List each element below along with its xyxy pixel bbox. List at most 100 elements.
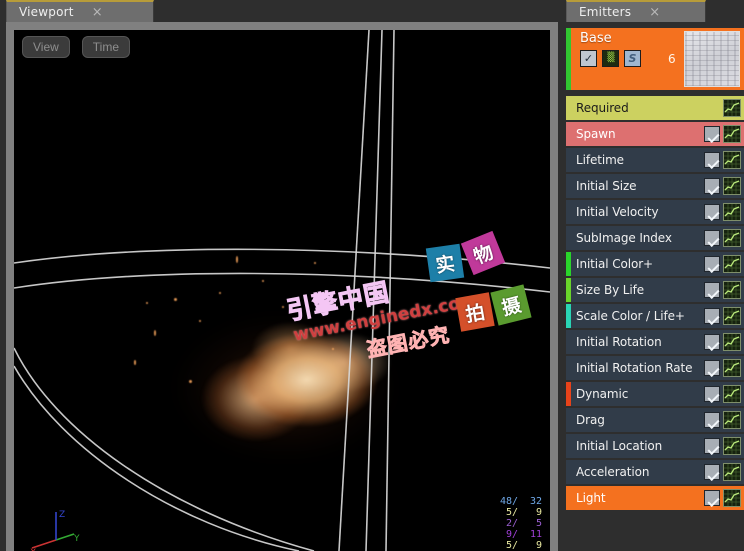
module-row[interactable]: Size By Life: [566, 278, 744, 302]
curve-graph-icon[interactable]: [723, 255, 741, 273]
module-label: SubImage Index: [576, 231, 672, 245]
stat-row: 5/9: [500, 507, 542, 518]
module-color-strip: [566, 486, 571, 510]
curve-graph-icon[interactable]: [723, 229, 741, 247]
close-icon[interactable]: ×: [645, 6, 664, 19]
emitter-thumbnail[interactable]: [684, 31, 740, 87]
curve-graph-icon[interactable]: [723, 307, 741, 325]
time-button[interactable]: Time: [81, 36, 131, 58]
curve-graph-icon[interactable]: [723, 359, 741, 377]
module-label: Scale Color / Life+: [576, 309, 685, 323]
axis-y-label: Y: [73, 534, 80, 544]
curve-graph-icon[interactable]: [723, 333, 741, 351]
module-enabled-checkbox[interactable]: [704, 412, 720, 428]
module-row[interactable]: Lifetime: [566, 148, 744, 172]
emitter-selection-strip: [566, 28, 571, 90]
module-label: Lifetime: [576, 153, 624, 167]
emitters-tabstrip: Emitters ×: [566, 0, 744, 22]
module-label: Initial Rotation: [576, 335, 662, 349]
axis-gizmo: X Y Z: [30, 510, 80, 551]
module-row[interactable]: Scale Color / Life+: [566, 304, 744, 328]
module-enabled-checkbox[interactable]: [704, 308, 720, 324]
module-enabled-checkbox[interactable]: [704, 152, 720, 168]
module-color-strip: [566, 304, 571, 328]
module-enabled-checkbox[interactable]: [704, 204, 720, 220]
emitter-name: Base: [580, 31, 612, 46]
module-color-strip: [566, 356, 571, 380]
curve-graph-icon[interactable]: [723, 463, 741, 481]
module-row[interactable]: Initial Color+: [566, 252, 744, 276]
module-label: Initial Location: [576, 439, 663, 453]
emitter-badge-row: ✓ ▒ S 6: [580, 50, 684, 67]
emitter-card-body: Base ✓ ▒ S 6: [566, 28, 684, 67]
module-color-strip: [566, 434, 571, 458]
module-row[interactable]: Initial Velocity: [566, 200, 744, 224]
viewport-tabstrip: Viewport ×: [6, 0, 566, 22]
curve-graph-icon[interactable]: [723, 489, 741, 507]
curve-graph-icon[interactable]: [723, 99, 741, 117]
tab-viewport[interactable]: Viewport ×: [6, 0, 154, 22]
module-color-strip: [566, 200, 571, 224]
module-label: Required: [576, 101, 629, 115]
viewport-stats: 48/325/92/59/115/93/7: [500, 496, 542, 551]
module-label: Acceleration: [576, 465, 650, 479]
app-root: Viewport × Emitters × View Time 引擎中国 www…: [0, 0, 744, 551]
module-row[interactable]: Dynamic: [566, 382, 744, 406]
module-enabled-checkbox[interactable]: [704, 438, 720, 454]
viewport-canvas[interactable]: View Time 引擎中国 www.enginedx.com 盗图必究 实 物…: [14, 30, 550, 551]
curve-graph-icon[interactable]: [723, 385, 741, 403]
curve-graph-icon[interactable]: [723, 151, 741, 169]
module-color-strip: [566, 226, 571, 250]
module-row[interactable]: SubImage Index: [566, 226, 744, 250]
emitter-card-base[interactable]: Base ✓ ▒ S 6: [566, 28, 744, 90]
module-enabled-checkbox[interactable]: [704, 178, 720, 194]
curve-graph-icon[interactable]: [723, 281, 741, 299]
stat-row: 5/9: [500, 540, 542, 551]
tab-viewport-label: Viewport: [19, 5, 74, 19]
module-row[interactable]: Initial Location: [566, 434, 744, 458]
module-color-strip: [566, 460, 571, 484]
curve-graph-icon[interactable]: [723, 125, 741, 143]
module-label: Initial Color+: [576, 257, 654, 271]
module-enabled-checkbox[interactable]: [704, 334, 720, 350]
module-label: Initial Velocity: [576, 205, 659, 219]
module-enabled-checkbox[interactable]: [704, 282, 720, 298]
module-color-strip: [566, 278, 571, 302]
curve-graph-icon[interactable]: [723, 437, 741, 455]
stat-row: 2/5: [500, 518, 542, 529]
module-row[interactable]: Acceleration: [566, 460, 744, 484]
tab-emitters[interactable]: Emitters ×: [566, 0, 706, 22]
module-enabled-checkbox[interactable]: [704, 230, 720, 246]
module-enabled-checkbox[interactable]: [704, 464, 720, 480]
module-enabled-checkbox[interactable]: [704, 360, 720, 376]
module-row[interactable]: Initial Rotation Rate: [566, 356, 744, 380]
module-enabled-checkbox[interactable]: [704, 256, 720, 272]
module-row[interactable]: Drag: [566, 408, 744, 432]
module-row[interactable]: Required: [566, 96, 744, 120]
emitter-count: 6: [668, 51, 676, 66]
module-row[interactable]: Spawn: [566, 122, 744, 146]
close-icon[interactable]: ×: [88, 6, 107, 19]
view-button[interactable]: View: [22, 36, 70, 58]
stat-max: 11: [529, 529, 542, 540]
curve-graph-icon[interactable]: [723, 177, 741, 195]
curve-graph-icon[interactable]: [723, 203, 741, 221]
module-color-strip: [566, 252, 571, 276]
module-enabled-checkbox[interactable]: [704, 126, 720, 142]
module-enabled-checkbox[interactable]: [704, 490, 720, 506]
stamp-shi: 实: [425, 243, 465, 283]
curve-graph-icon[interactable]: [723, 411, 741, 429]
module-row[interactable]: Initial Rotation: [566, 330, 744, 354]
module-enabled-checkbox[interactable]: [704, 386, 720, 402]
module-color-strip: [566, 122, 571, 146]
grid-toggle[interactable]: ▒: [602, 50, 619, 67]
stat-max: 5: [535, 518, 542, 529]
solo-toggle[interactable]: S: [624, 50, 641, 67]
module-label: Spawn: [576, 127, 616, 141]
module-label: Dynamic: [576, 387, 629, 401]
module-row[interactable]: Light: [566, 486, 744, 510]
enabled-checkbox[interactable]: ✓: [580, 50, 597, 67]
stat-row: 48/32: [500, 496, 542, 507]
module-row[interactable]: Initial Size: [566, 174, 744, 198]
stat-current: 9/: [505, 529, 518, 540]
